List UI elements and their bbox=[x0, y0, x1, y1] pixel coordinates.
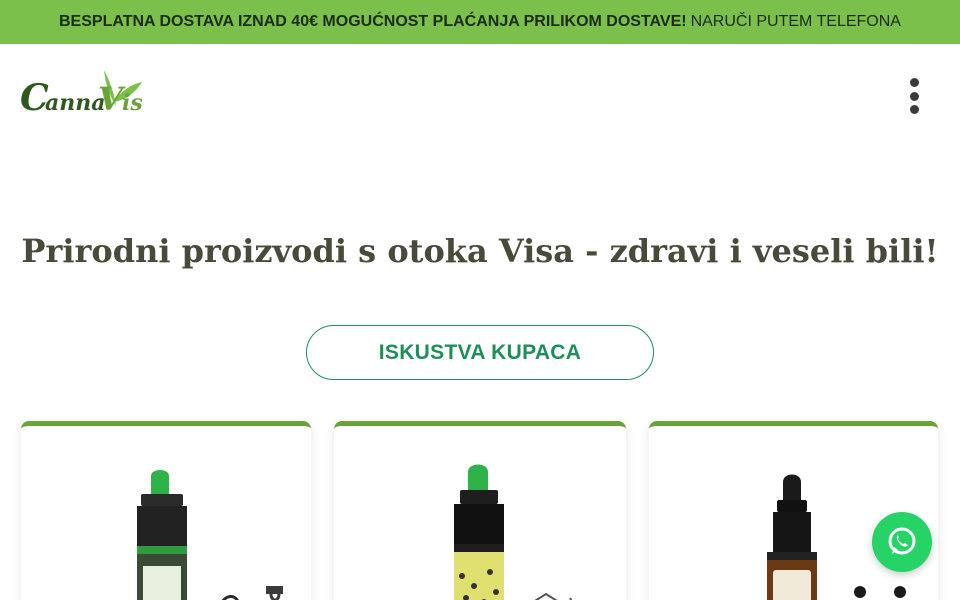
svg-text:anna: anna bbox=[45, 90, 106, 116]
whatsapp-chat-button[interactable] bbox=[872, 512, 932, 572]
dot-icon bbox=[909, 78, 919, 87]
announcement-bar: BESPLATNA DOSTAVA IZNAD 40€ MOGUĆNOST PL… bbox=[0, 0, 960, 44]
product-card[interactable] bbox=[334, 421, 626, 600]
announcement-bold-text: BESPLATNA DOSTAVA IZNAD 40€ MOGUĆNOST PL… bbox=[59, 13, 687, 30]
cannavis-logo-image: C anna V is bbox=[20, 70, 143, 119]
dot-icon bbox=[909, 91, 919, 101]
announcement-phone-link[interactable]: NARUČI PUTEM TELEFONA bbox=[691, 13, 901, 31]
page-headline: Prirodni proizvodi s otoka Visa - zdravi… bbox=[21, 232, 939, 270]
product-card[interactable] bbox=[649, 421, 938, 600]
svg-text:is: is bbox=[122, 90, 143, 116]
dot-icon bbox=[909, 105, 919, 114]
whatsapp-icon bbox=[888, 527, 916, 555]
logo[interactable]: C anna V is bbox=[18, 62, 158, 122]
customer-reviews-button[interactable]: ISKUSTVA KUPACA bbox=[306, 325, 654, 380]
more-menu-button[interactable] bbox=[902, 78, 926, 114]
site-header: C anna V is bbox=[0, 44, 960, 144]
green-dropper-bottle-image bbox=[137, 470, 283, 600]
product-card[interactable] bbox=[21, 421, 311, 600]
green-dropper-bottle-yellow-label-image bbox=[454, 464, 573, 600]
